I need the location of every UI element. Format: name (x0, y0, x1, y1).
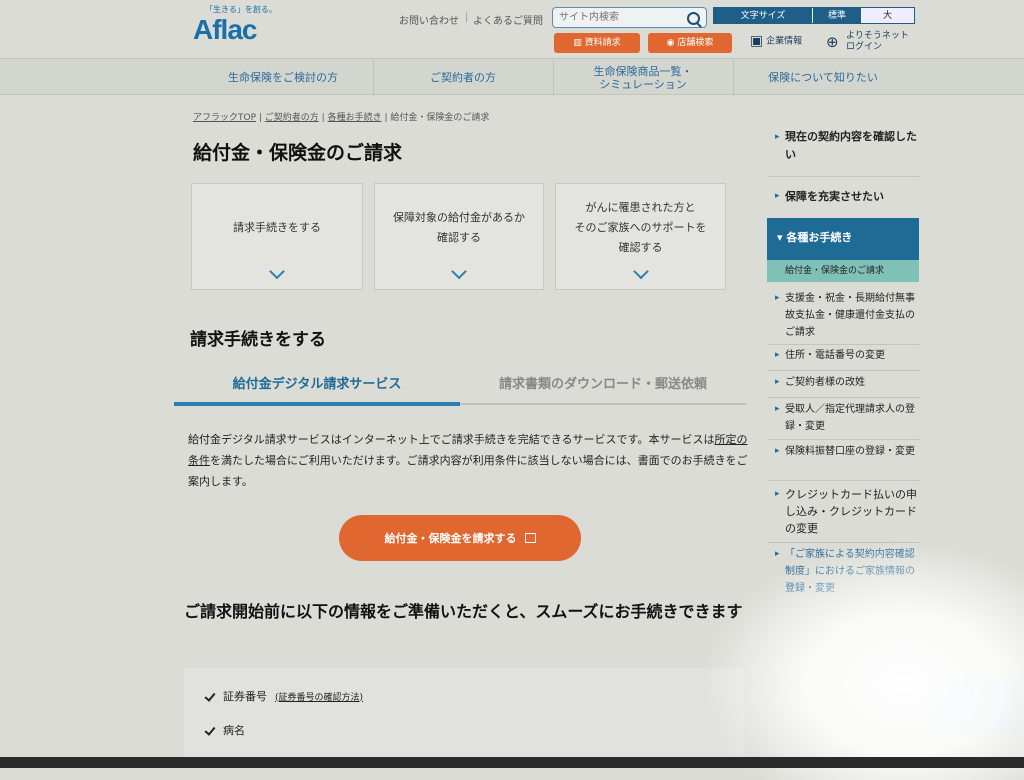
global-nav: 生命保険をご検討の方 ご契約者の方 生命保険商品一覧・ シミュレーション 保険に… (0, 58, 1024, 96)
sidebar-divider (767, 397, 919, 398)
sidebar-subitem-credit-card[interactable]: クレジットカード払いの申し込み・クレジットカードの変更 (767, 486, 919, 537)
breadcrumb-top[interactable]: アフラックTOP (193, 113, 256, 123)
sidebar-subitem-family-confirmation[interactable]: 「ご家族による契約内容確認制度」におけるご家族情報の登録・変更 (767, 546, 919, 597)
yorisou-login-label-1: よりそうネット (846, 31, 909, 41)
checklist-item: 証券番号 (証券番号の確認方法) (204, 688, 363, 704)
sidebar-subitem-support-payment[interactable]: 支援金・祝金・長期給付無事故支払金・健康還付金支払のご請求 (767, 290, 919, 341)
sidebar-subitem-bank-account[interactable]: 保険料振替口座の登録・変更 (767, 443, 919, 460)
checklist-label: 病名 (223, 724, 245, 737)
sidebar-divider (767, 370, 919, 371)
chevron-down-icon (269, 263, 285, 280)
claim-benefits-button[interactable]: 給付金・保険金を請求する (339, 515, 581, 561)
toplink-divider: | (465, 12, 469, 23)
preparation-heading: ご請求開始前に以下の情報をご準備いただくと、スムーズにお手続きできます (184, 602, 743, 621)
sidebar-divider (767, 344, 919, 345)
tab-download-documents[interactable]: 請求書類のダウンロード・郵送依頼 (460, 370, 746, 400)
map-pin-icon: ◉ (666, 38, 678, 48)
corporate-info-label: 企業情報 (766, 36, 803, 47)
corporate-info-link[interactable]: ▣ 企業情報 (750, 33, 802, 49)
store-search-button[interactable]: ◉ 店舗検索 (648, 33, 732, 53)
card-check-coverage[interactable]: 保障対象の給付金があるか 確認する (374, 183, 544, 290)
chevron-down-icon (632, 263, 649, 280)
search-icon[interactable] (687, 12, 700, 25)
breadcrumb: アフラックTOP | ご契約者の方 | 各種お手続き | 給付金・保険金のご請求 (193, 113, 490, 123)
document-request-button[interactable]: ▥ 資料請求 (554, 33, 640, 53)
card-claim-procedure[interactable]: 請求手続きをする (191, 183, 363, 290)
section-title: 請求手続きをする (190, 330, 326, 350)
search-input[interactable] (559, 10, 679, 25)
chat-widget[interactable]: ◔ (928, 677, 1020, 732)
sidebar-subitem-name-change[interactable]: ご契約者様の改姓 (767, 374, 919, 391)
document-request-label: 資料請求 (584, 38, 621, 48)
breadcrumb-policyholders[interactable]: ご契約者の方 (265, 113, 319, 123)
sidebar-divider (767, 480, 919, 481)
checklist-item: 病名 (204, 722, 245, 738)
font-size-standard-button[interactable]: 標準 (812, 8, 861, 23)
building-icon: ▣ (750, 33, 764, 49)
preparation-checklist: 証券番号 (証券番号の確認方法) 病名 (184, 668, 744, 768)
font-size-label: 文字サイズ (714, 8, 812, 23)
check-icon (204, 691, 215, 702)
yorisou-login-label-2: ログイン (846, 42, 883, 52)
external-window-icon (524, 533, 536, 543)
page-title: 給付金・保険金のご請求 (193, 142, 403, 164)
tab-active-indicator (174, 402, 460, 406)
chevron-down-icon (451, 263, 467, 280)
sidebar-divider (767, 542, 919, 543)
card-label: 請求手続きをする (233, 221, 321, 234)
contact-link[interactable]: お問い合わせ (399, 12, 459, 27)
sidebar-subitem-address-change[interactable]: 住所・電話番号の変更 (767, 347, 919, 364)
sidebar-subitem-beneficiary[interactable]: 受取人／指定代理請求人の登録・変更 (767, 401, 919, 435)
faq-link[interactable]: よくあるご質問 (473, 12, 543, 27)
breadcrumb-current: 給付金・保険金のご請求 (390, 113, 490, 123)
nav-item-policyholders[interactable]: ご契約者の方 (373, 59, 554, 96)
sidebar-divider (767, 439, 919, 440)
service-description: 給付金デジタル請求サービスはインターネット上でご請求手続きを完結できるサービスで… (188, 429, 748, 492)
sidebar-item-current-claim[interactable]: 給付金・保険金のご請求 (767, 260, 919, 282)
store-search-label: 店舗検索 (677, 38, 714, 48)
font-size-switcher: 文字サイズ 標準 大 (713, 7, 915, 24)
nav-item-products[interactable]: 生命保険商品一覧・ シミュレーション (553, 59, 734, 96)
card-cancer-support[interactable]: がんに罹患された方と そのご家族へのサポートを 確認する (555, 183, 726, 290)
card-label: がんに罹患された方と そのご家族へのサポートを 確認する (574, 201, 707, 254)
description-text-1: 給付金デジタル請求サービスはインターネット上でご請求手続きを完結できるサービスで… (188, 433, 715, 446)
taskbar (0, 757, 1024, 768)
chat-icon: ◔ (967, 683, 981, 699)
description-text-2: を満たした場合にご利用いただけます。ご請求内容が利用条件に該当しない場合には、書… (188, 454, 748, 488)
tab-digital-claim[interactable]: 給付金デジタル請求サービス (174, 370, 460, 400)
sidebar-divider (767, 176, 919, 177)
nav-item-learn[interactable]: 保険について知りたい (733, 59, 913, 96)
claim-button-label: 給付金・保険金を請求する (384, 532, 517, 545)
font-size-large-button[interactable]: 大 (861, 8, 914, 23)
policy-number-help-link[interactable]: (証券番号の確認方法) (275, 690, 363, 703)
yorisou-login-link[interactable]: よりそうネット ログイン (846, 31, 909, 53)
sidebar-item-procedures[interactable]: ▾ 各種お手続き (767, 218, 919, 260)
site-search[interactable] (552, 7, 707, 28)
sidebar-item-view-contract[interactable]: 現在の契約内容を確認したい (767, 128, 919, 164)
checklist-label: 証券番号 (223, 690, 267, 703)
lock-icon: ⊕ (826, 33, 839, 51)
check-icon (204, 725, 215, 736)
card-label: 保障対象の給付金があるか 確認する (393, 211, 525, 244)
aflac-logo[interactable]: Aflac (193, 14, 257, 46)
breadcrumb-procedures[interactable]: 各種お手続き (328, 113, 382, 123)
sidebar-item-enhance-coverage[interactable]: 保障を充実させたい (767, 188, 919, 205)
nav-item-considering[interactable]: 生命保険をご検討の方 (193, 59, 374, 96)
book-icon: ▥ (573, 38, 585, 48)
